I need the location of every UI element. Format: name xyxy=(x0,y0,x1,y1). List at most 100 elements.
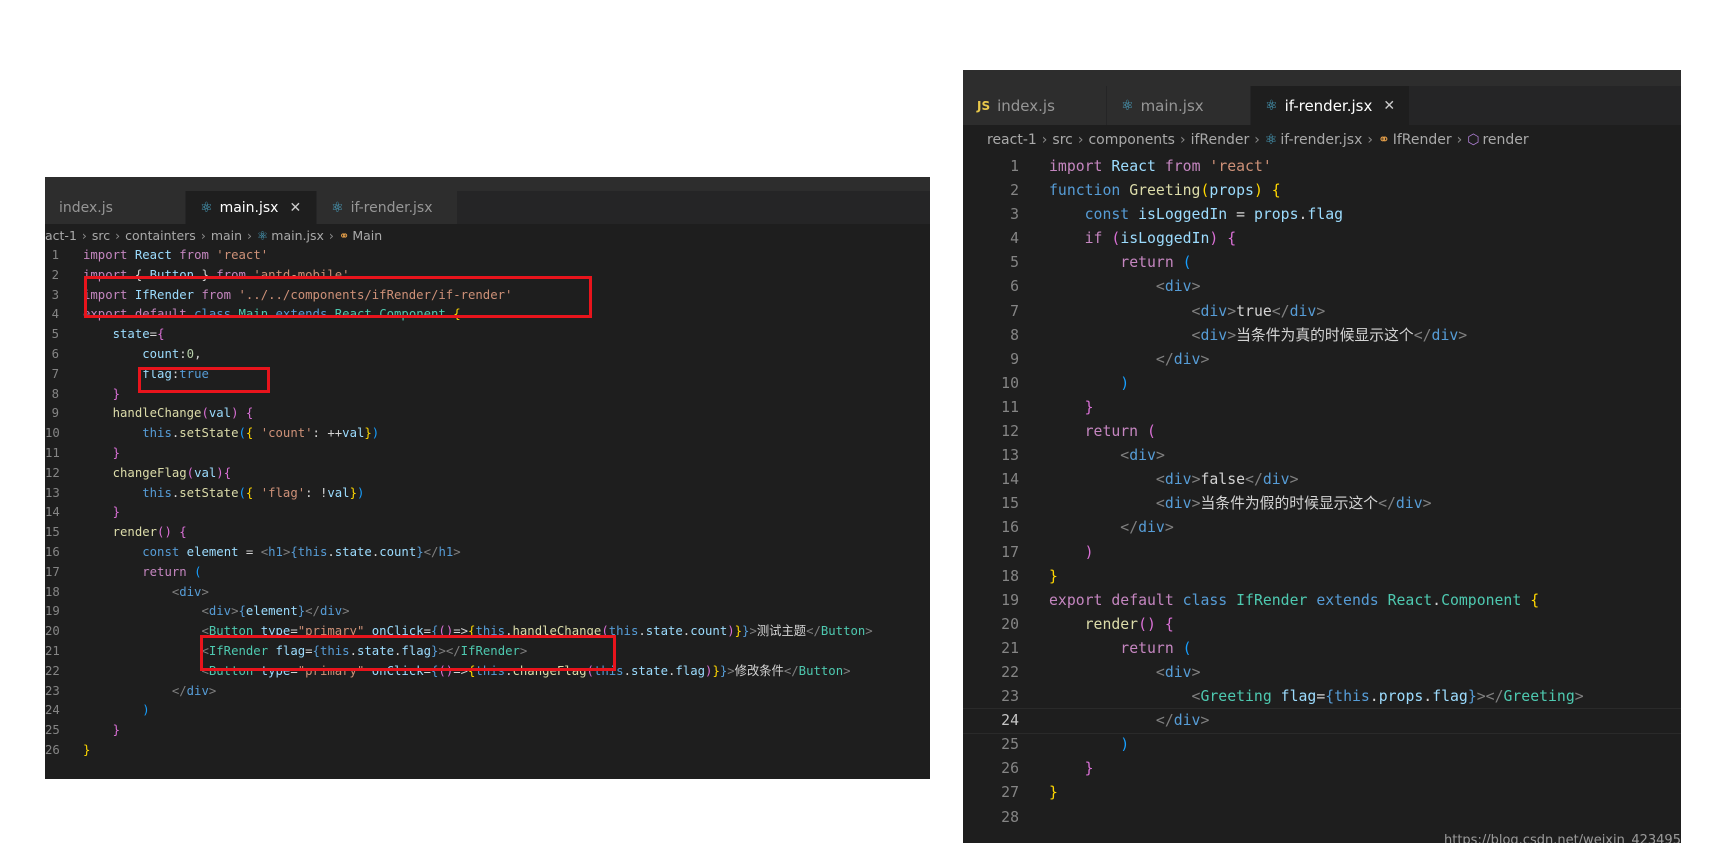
code-line[interactable]: 16 const element = <h1>{this.state.count… xyxy=(45,543,930,563)
code-line[interactable]: 26 } xyxy=(963,757,1681,781)
line-number: 2 xyxy=(51,267,59,282)
code-line[interactable]: 14 <div>false</div> xyxy=(963,468,1681,492)
tab-label: main.jsx xyxy=(1140,96,1204,115)
close-icon[interactable]: ✕ xyxy=(1383,98,1395,114)
code-line[interactable]: 13 <div> xyxy=(963,444,1681,468)
react-file-icon: ⚛ xyxy=(331,199,344,216)
tab-index-js[interactable]: index.js xyxy=(45,191,186,224)
breadcrumb-item[interactable]: react-1 xyxy=(987,132,1037,148)
code-line[interactable]: 2 function Greeting(props) { xyxy=(963,179,1681,203)
code-text: return ( xyxy=(1084,423,1156,441)
code-line[interactable]: 24 </div> xyxy=(963,708,1681,735)
code-line[interactable]: 8 <div>当条件为真的时候显示这个</div> xyxy=(963,324,1681,348)
code-line[interactable]: 19 export default class IfRender extends … xyxy=(963,589,1681,613)
code-line[interactable]: 3 const isLoggedIn = props.flag xyxy=(963,203,1681,227)
code-text: </div> xyxy=(1155,712,1210,730)
code-text: } xyxy=(1084,398,1094,416)
breadcrumb-item[interactable]: ifRender xyxy=(1191,132,1250,148)
code-line[interactable]: 7 <div>true</div> xyxy=(963,300,1681,324)
line-number: 4 xyxy=(51,307,59,322)
code-line[interactable]: 12 return ( xyxy=(963,420,1681,444)
code-line[interactable]: 6 count:0, xyxy=(45,345,930,365)
tab-main-jsx[interactable]: ⚛ main.jsx xyxy=(1107,86,1251,125)
tab-bar: JS index.js ⚛ main.jsx ⚛ if-render.jsx ✕ xyxy=(963,86,1681,125)
code-line[interactable]: 15 <div>当条件为假的时候显示这个</div> xyxy=(963,492,1681,516)
code-line[interactable]: 15 render() { xyxy=(45,523,930,543)
code-line[interactable]: 28 xyxy=(963,806,1681,830)
code-line[interactable]: 9 handleChange(val) { xyxy=(45,404,930,424)
code-text: <div> xyxy=(171,584,209,599)
code-line[interactable]: 23 <Greeting flag={this.props.flag}></Gr… xyxy=(963,685,1681,709)
breadcrumb-item[interactable]: render xyxy=(1482,132,1528,148)
line-number: 16 xyxy=(1001,519,1019,537)
code-line[interactable]: 16 </div> xyxy=(963,516,1681,540)
breadcrumb-item[interactable]: act-1 xyxy=(45,228,77,243)
code-line[interactable]: 22 <div> xyxy=(963,661,1681,685)
breadcrumb-item[interactable]: main.jsx xyxy=(271,228,324,243)
code-line[interactable]: 4 if (isLoggedIn) { xyxy=(963,227,1681,251)
code-area[interactable]: 1 import React from 'react' 2 import { Butt… xyxy=(45,246,930,761)
tab-label: if-render.jsx xyxy=(1284,96,1373,115)
code-line[interactable]: 14 } xyxy=(45,503,930,523)
code-line[interactable]: 5 return ( xyxy=(963,251,1681,275)
breadcrumb-item[interactable]: src xyxy=(1052,132,1072,148)
watermark-text: https://blog.csdn.net/weixin_42349568 xyxy=(1444,833,1698,848)
code-text: } xyxy=(1049,567,1058,585)
tab-main-jsx[interactable]: ⚛ main.jsx ✕ xyxy=(186,191,317,224)
close-icon[interactable]: ✕ xyxy=(289,200,301,216)
code-line[interactable]: 18 <div> xyxy=(45,583,930,603)
code-text: import React from 'react' xyxy=(1049,158,1272,175)
code-line[interactable]: 12 changeFlag(val){ xyxy=(45,464,930,484)
breadcrumb-item[interactable]: components xyxy=(1088,132,1175,148)
code-line[interactable]: 26} xyxy=(45,741,930,761)
code-line[interactable]: 5 state={ xyxy=(45,325,930,345)
code-line[interactable]: 13 this.setState({ 'flag': !val}) xyxy=(45,484,930,504)
code-line[interactable]: 11 } xyxy=(45,444,930,464)
breadcrumb-item[interactable]: IfRender xyxy=(1393,132,1452,148)
breadcrumb-item[interactable]: Main xyxy=(352,228,382,243)
line-number: 22 xyxy=(45,663,60,678)
code-line[interactable]: 17 return ( xyxy=(45,563,930,583)
tab-index-js[interactable]: JS index.js xyxy=(963,86,1107,125)
code-area[interactable]: 1 import React from 'react' 2 function Gree… xyxy=(963,155,1681,830)
code-line[interactable]: 10 ) xyxy=(963,372,1681,396)
line-number: 7 xyxy=(51,366,59,381)
line-number: 1 xyxy=(51,248,59,262)
code-text: this.setState({ 'flag': !val}) xyxy=(142,485,365,500)
code-line[interactable]: 19 <div>{element}</div> xyxy=(45,602,930,622)
line-number: 2 xyxy=(1010,182,1019,200)
breadcrumb-item[interactable]: main xyxy=(211,228,242,243)
tab-if-render-jsx[interactable]: ⚛ if-render.jsx xyxy=(317,191,458,224)
react-file-icon: ⚛ xyxy=(200,199,213,216)
line-number: 5 xyxy=(1010,254,1019,272)
tab-if-render-jsx[interactable]: ⚛ if-render.jsx ✕ xyxy=(1251,86,1410,125)
breadcrumb-item[interactable]: if-render.jsx xyxy=(1280,132,1362,148)
line-number: 11 xyxy=(45,445,60,460)
code-line[interactable]: 17 ) xyxy=(963,541,1681,565)
code-text: <div>当条件为真的时候显示这个</div> xyxy=(1191,326,1468,344)
code-line[interactable]: 1 import React from 'react' xyxy=(45,246,930,266)
code-text: function Greeting(props) { xyxy=(1049,182,1281,200)
window-top-strip xyxy=(45,177,930,191)
code-line[interactable]: 10 this.setState({ 'count': ++val}) xyxy=(45,424,930,444)
code-line[interactable]: 1 import React from 'react' xyxy=(963,155,1681,179)
code-line[interactable]: 24 ) xyxy=(45,701,930,721)
code-line[interactable]: 21 return ( xyxy=(963,637,1681,661)
code-line[interactable]: 27} xyxy=(963,781,1681,805)
code-line[interactable]: 25 } xyxy=(45,721,930,741)
code-line[interactable]: 9 </div> xyxy=(963,348,1681,372)
code-line[interactable]: 20 render() { xyxy=(963,613,1681,637)
code-line[interactable]: 18} xyxy=(963,565,1681,589)
code-text: const element = <h1>{this.state.count}</… xyxy=(142,544,461,559)
breadcrumb-item[interactable]: src xyxy=(92,228,110,243)
code-line[interactable]: 23 </div> xyxy=(45,682,930,702)
code-line[interactable]: 25 ) xyxy=(963,733,1681,757)
code-line[interactable]: 6 <div> xyxy=(963,275,1681,299)
line-number: 6 xyxy=(51,346,59,361)
line-number: 17 xyxy=(45,564,60,579)
code-text: render() { xyxy=(1084,615,1174,633)
code-line[interactable]: 11 } xyxy=(963,396,1681,420)
line-number: 8 xyxy=(51,386,59,401)
tab-label: index.js xyxy=(59,199,113,216)
breadcrumb-item[interactable]: containters xyxy=(125,228,196,243)
